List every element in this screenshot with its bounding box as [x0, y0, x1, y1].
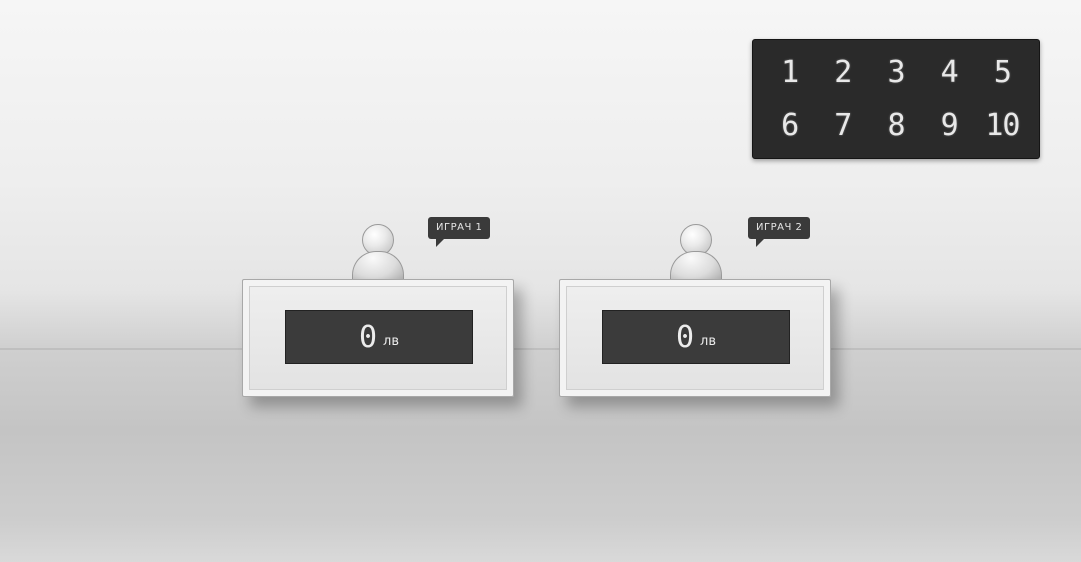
player-1-currency: лв [383, 333, 400, 349]
question-number-board: 1 2 3 4 5 6 7 8 9 10 [752, 39, 1040, 159]
player-2-amount: 0 [675, 319, 695, 355]
player-1-podium: 0 лв [242, 279, 514, 397]
question-number-3[interactable]: 3 [869, 46, 922, 99]
question-number-8[interactable]: 8 [869, 99, 922, 152]
question-number-6[interactable]: 6 [763, 99, 816, 152]
player-1-name-bubble: ИГРАЧ 1 [428, 217, 491, 247]
player-1-avatar-icon [349, 224, 405, 283]
player-2-avatar-icon [667, 224, 723, 283]
question-number-10[interactable]: 10 [976, 99, 1029, 152]
player-2-currency: лв [700, 333, 717, 349]
player-1-amount: 0 [358, 319, 378, 355]
question-number-1[interactable]: 1 [763, 46, 816, 99]
game-scene: 1 2 3 4 5 6 7 8 9 10 ИГРАЧ 1 0 лв ИГРАЧ … [0, 0, 1081, 562]
question-number-9[interactable]: 9 [923, 99, 976, 152]
player-2-name-bubble: ИГРАЧ 2 [748, 217, 811, 247]
player-2-podium: 0 лв [559, 279, 831, 397]
player-1-score-display: 0 лв [285, 310, 473, 364]
floor-divider [0, 348, 1081, 350]
question-number-2[interactable]: 2 [816, 46, 869, 99]
question-number-4[interactable]: 4 [923, 46, 976, 99]
question-number-5[interactable]: 5 [976, 46, 1029, 99]
player-2-score-display: 0 лв [602, 310, 790, 364]
question-number-7[interactable]: 7 [816, 99, 869, 152]
